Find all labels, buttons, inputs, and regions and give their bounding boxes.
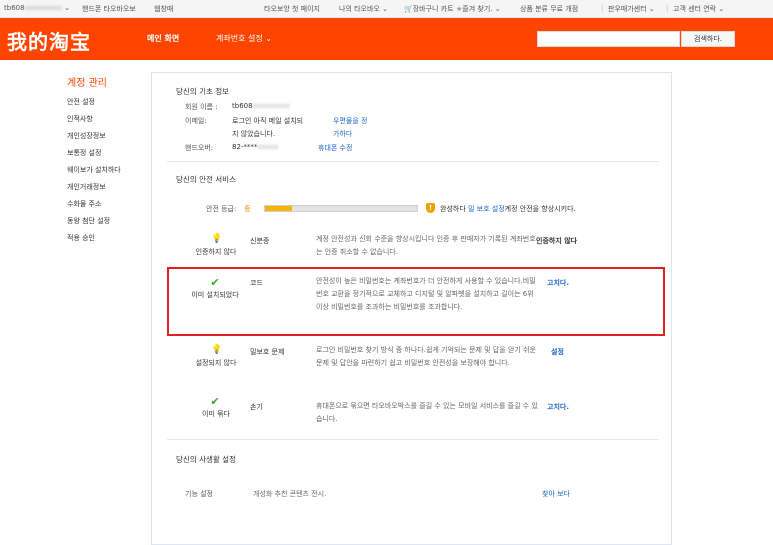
security-complete-text: 완성하다 밀 보호 설정계정 안전을 향상시키다.	[440, 205, 576, 213]
email-value-line2: 지 않았습니다.	[232, 130, 276, 138]
top-bar: tb608xxxxxxxxx ⌄ 핸드폰 타오바오보 웹창매 타오보앙 첫 페이…	[0, 0, 773, 18]
feature-label: 기능 설정	[185, 490, 213, 498]
sidebar: 계정 관리 안전 설정 인적사항 개인성장정보 보통정 설정 웨이보가 설치하다…	[67, 74, 121, 247]
sidebar-title: 계정 관리	[67, 78, 107, 89]
search-input[interactable]	[537, 31, 680, 47]
password-protect-link[interactable]: 밀 보호 설정	[468, 205, 505, 213]
sidebar-item-profile[interactable]: 인적사항	[67, 111, 121, 128]
email-value-line1: 로그인 아직 메일 설치되	[232, 117, 304, 125]
nav-account-settings[interactable]: 계좌번호 설정 ⌄	[216, 33, 272, 44]
feature-desc: 개성화 추천 콘텐츠 전시.	[253, 490, 327, 498]
topbar-category[interactable]: 상품 분류 무료 개점	[520, 4, 578, 14]
topbar-seller-center[interactable]: 판우매가센터 ⌄	[608, 4, 655, 14]
id-status: 인증하지 않다	[195, 248, 237, 256]
sidebar-item-transactions[interactable]: 개인거래정보	[67, 179, 121, 196]
sidebar-item-address[interactable]: 수화물 주소	[67, 196, 121, 213]
member-value: tb608xxxxxxxxx	[232, 102, 290, 110]
cart-icon: 🛒	[404, 5, 413, 13]
password-name: 코드	[250, 279, 263, 287]
add-email-link-2[interactable]: 가하다	[333, 129, 352, 139]
edit-phone-link[interactable]: 휴대폰 수정	[318, 143, 352, 153]
nav-home[interactable]: 메인 화면	[147, 33, 179, 44]
topbar-web-link[interactable]: 웹창매	[154, 4, 173, 14]
topbar-customer-service[interactable]: 고객 센터 연락 ⌄	[673, 4, 724, 14]
add-email-link[interactable]: 우편물을 정	[333, 116, 367, 126]
security-level-label: 안전 등급:	[206, 205, 237, 213]
divider	[167, 439, 659, 440]
id-desc: 계정 안전성과 신회 수준을 향상시킵니다 인증 후 판매자가 기록된 계좌번호…	[316, 235, 536, 256]
sidebar-item-security[interactable]: 안전 설정	[67, 94, 121, 111]
topbar-separator: |	[601, 4, 604, 12]
header: 我的淘宝 메인 화면 계좌번호 설정 ⌄ 검색하다.	[0, 18, 773, 60]
change-phone-link[interactable]: 고치다.	[547, 402, 569, 412]
sidebar-item-general[interactable]: 보통정 설정	[67, 145, 121, 162]
search-button[interactable]: 검색하다.	[681, 31, 735, 47]
divider	[167, 161, 659, 162]
topbar-mobile-link[interactable]: 핸드폰 타오바오보	[82, 4, 136, 14]
phone-bind-name: 손기	[250, 403, 263, 411]
topbar-username[interactable]: tb608xxxxxxxxx ⌄	[4, 4, 70, 12]
lightbulb-icon: 💡	[211, 234, 223, 244]
sidebar-item-growth[interactable]: 개인성장정보	[67, 128, 121, 145]
security-progress-fill	[265, 206, 293, 211]
id-action[interactable]: 인증하지 않다	[536, 236, 577, 246]
topbar-favorites[interactable]: ★즐겨 찾기. ⌄	[456, 4, 501, 14]
sidebar-item-weibo[interactable]: 웨이보가 설치하다	[67, 162, 121, 179]
setup-question-link[interactable]: 설정	[551, 347, 564, 357]
chevron-down-icon: ⌄	[265, 34, 272, 43]
check-icon: ✔	[210, 276, 220, 289]
email-label: 이메일:	[185, 117, 207, 125]
phone-value: 82-****xxxxx	[232, 143, 279, 151]
phone-bind-status: 이미 묶다	[202, 410, 230, 418]
security-title: 당신의 안전 서비스	[176, 175, 236, 184]
shield-icon: !	[426, 203, 435, 213]
question-desc: 로그인 비밀번호 찾기 방식 중 하나다.쉽게 기억되는 문제 및 답을 얻기 …	[316, 346, 536, 367]
password-status: 이미 설치되었다	[191, 291, 239, 299]
id-name: 신분증	[250, 237, 270, 245]
basic-info-title: 당신의 기초 정보	[176, 87, 230, 96]
view-feature-link[interactable]: 찾아 보다	[542, 489, 570, 499]
check-icon: ✔	[210, 395, 220, 408]
lightbulb-icon: 💡	[211, 345, 223, 355]
phone-label: 핸드오버:	[185, 144, 214, 152]
topbar-home-link[interactable]: 타오보앙 첫 페이지	[264, 4, 320, 14]
phone-bind-desc: 휴대폰으로 묶으면 타오바오박스를 즐길 수 있는 모바일 서비스를 즐길 수 …	[316, 402, 538, 423]
topbar-cart[interactable]: 🛒장바구니 카트	[404, 4, 454, 14]
change-password-link[interactable]: 고치다.	[547, 278, 569, 288]
logo[interactable]: 我的淘宝	[7, 26, 91, 55]
security-progress-bar	[264, 205, 418, 212]
question-name: 밀보호 문제	[250, 348, 285, 356]
security-level-value: 중	[244, 205, 251, 213]
topbar-my-taobao[interactable]: 나의 타오바오 ⌄	[339, 4, 388, 14]
privacy-title: 당신의 사생활 설정	[176, 455, 236, 464]
sidebar-item-advanced[interactable]: 동왕 첨단 설정	[67, 213, 121, 230]
member-label: 회원 이름 :	[185, 103, 218, 111]
question-status: 설정되지 않다	[195, 359, 237, 367]
sidebar-item-authorization[interactable]: 적용 승인	[67, 230, 121, 247]
password-desc: 안전성이 높은 비밀번호는 계좌번호가 더 안전하게 사용할 수 있습니다.비밀…	[316, 277, 536, 311]
topbar-separator: |	[666, 4, 669, 12]
